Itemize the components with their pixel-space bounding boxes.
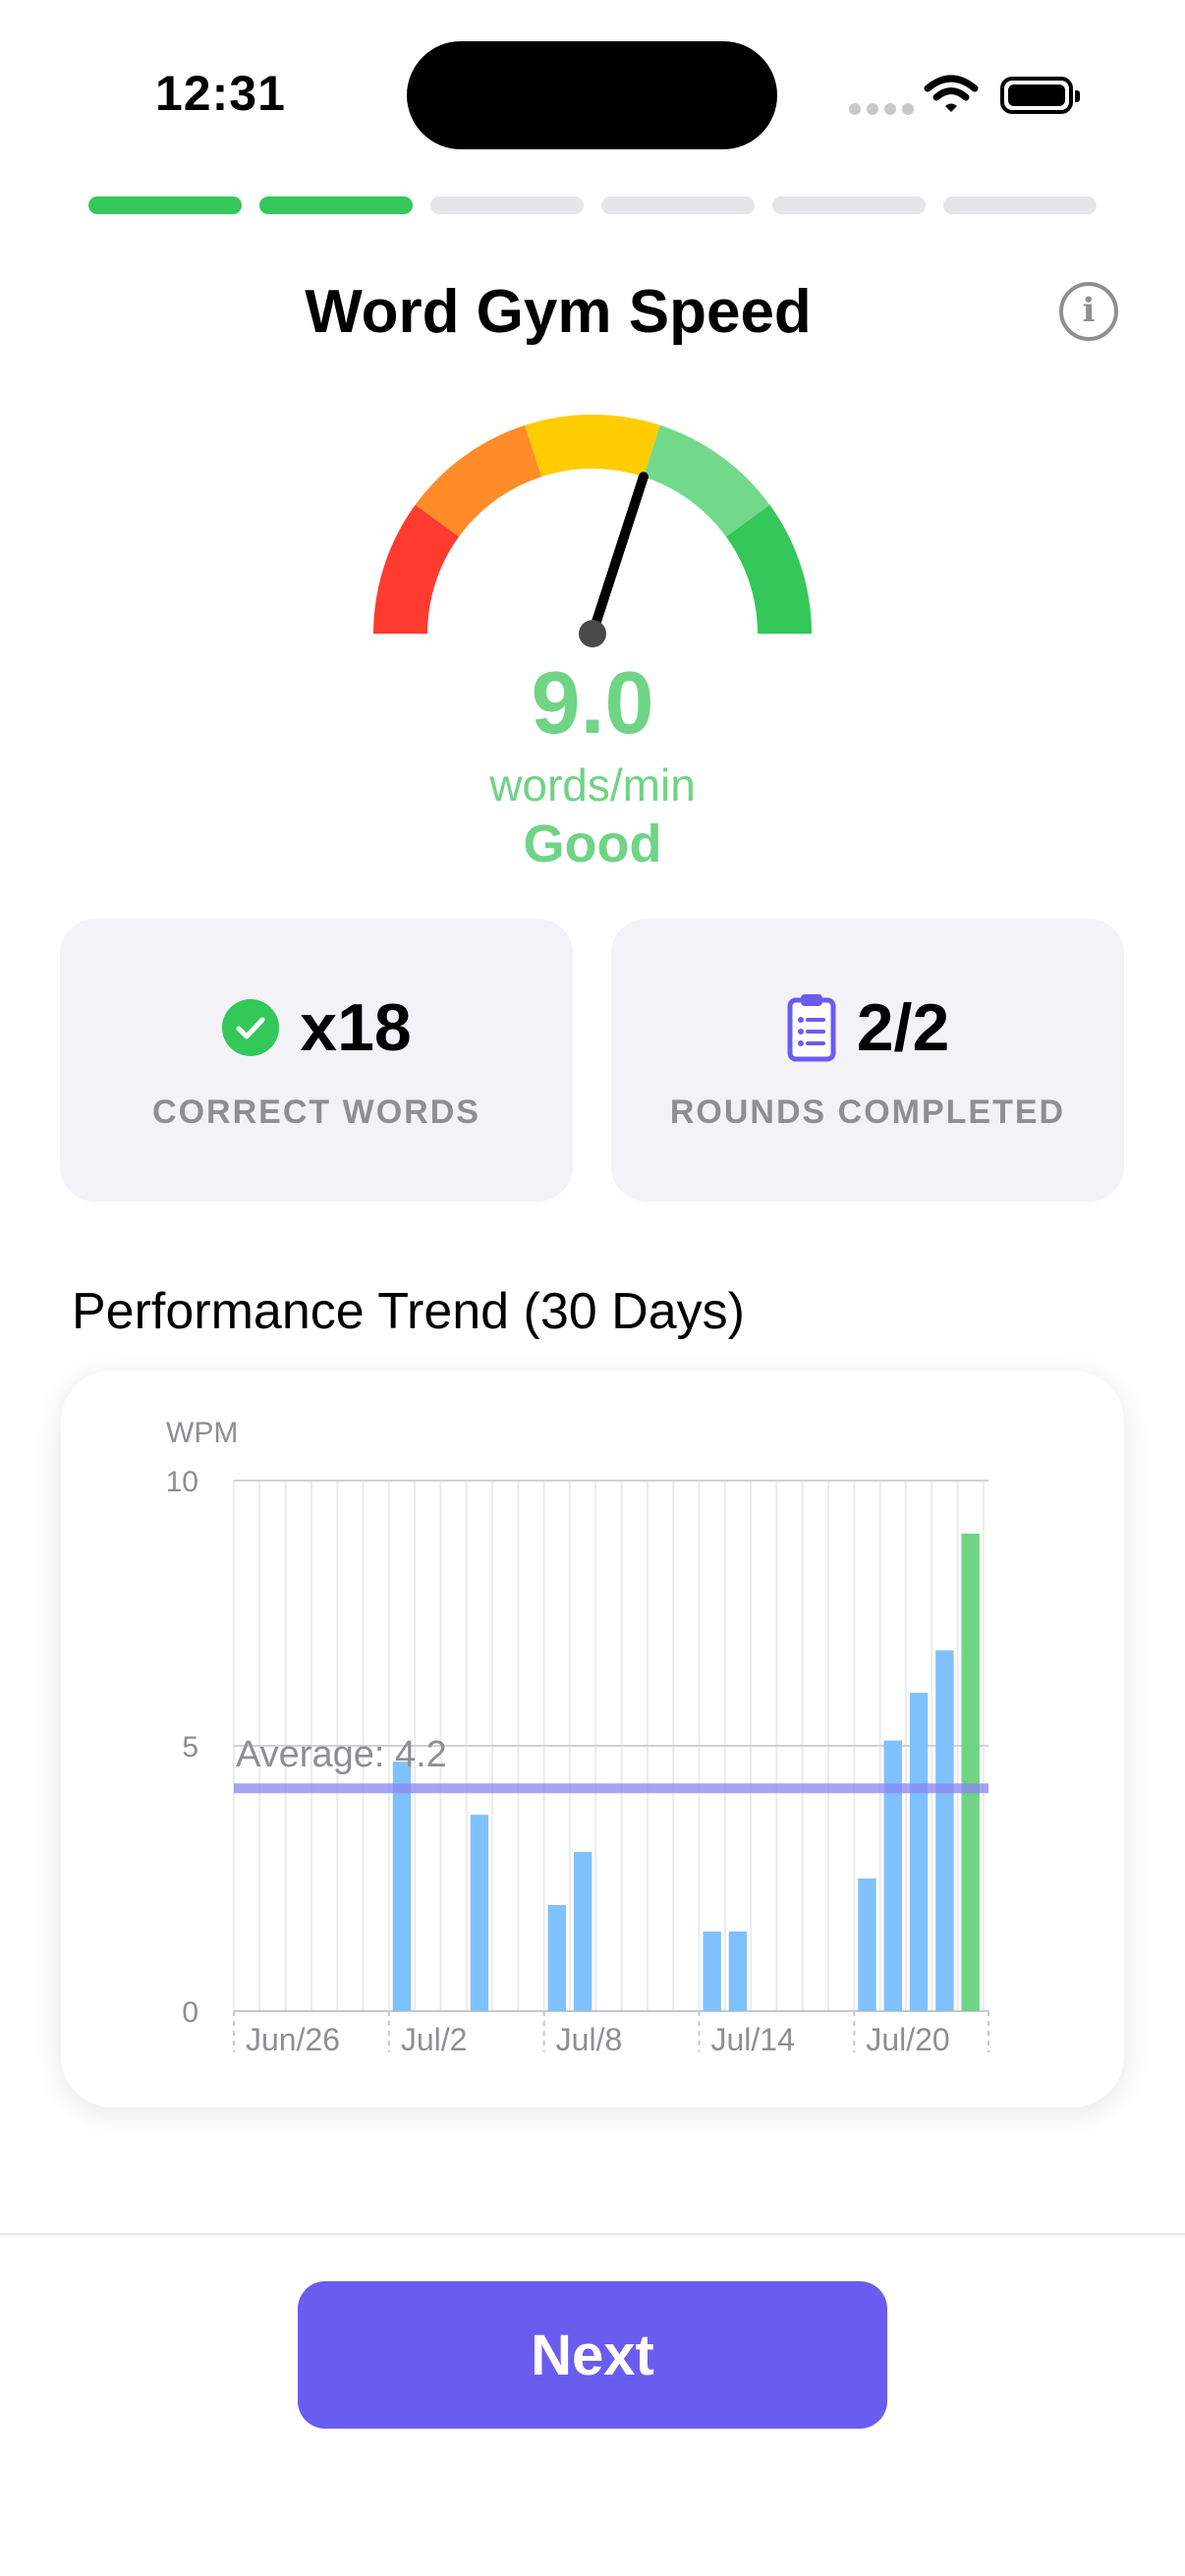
chart-bar (961, 1534, 980, 2011)
speed-gauge (373, 415, 812, 647)
rounds-completed-value: 2/2 (856, 990, 950, 1065)
progress-segment (943, 196, 1097, 214)
speed-unit: words/min (489, 759, 696, 811)
progress-segment (772, 196, 926, 214)
chart-bar (728, 1932, 748, 2011)
correct-words-card: x18 CORRECT WORDS (60, 919, 573, 1202)
performance-trend-chart-card: WPM 0 5 10 Average: 4.2 Jun/26 Jul/2 Jul/8 Ju… (61, 1371, 1124, 2107)
progress-segment (259, 196, 413, 214)
x-tick-label: Jul/14 (710, 2022, 794, 2057)
status-time: 12:31 (155, 66, 286, 121)
step-progress-bar (88, 196, 1097, 214)
y-axis-label: WPM (166, 1417, 238, 1449)
chart-bar (858, 1878, 876, 2011)
cellular-signal-icon (849, 103, 914, 115)
x-tick-label: Jul/20 (866, 2022, 949, 2057)
chart-bar (935, 1650, 954, 2011)
speed-rating: Good (523, 814, 662, 873)
x-tick-label: Jul/8 (556, 2022, 623, 2057)
chart-bar (703, 1932, 721, 2011)
chart-bar (470, 1815, 489, 2011)
footer-divider (0, 2233, 1185, 2235)
y-tick-label: 5 (182, 1731, 198, 1764)
checkmark-circle-icon (222, 999, 280, 1056)
chart-bar (573, 1852, 592, 2011)
rounds-completed-card: 2/2 ROUNDS COMPLETED (611, 919, 1124, 1202)
performance-trend-chart: WPM 0 5 10 Average: 4.2 Jun/26 Jul/2 Jul/8 Ju… (166, 1417, 989, 2057)
chart-bar (883, 1740, 902, 2011)
correct-words-label: CORRECT WORDS (152, 1093, 480, 1131)
progress-segment (601, 196, 755, 214)
gauge-pivot (579, 620, 606, 647)
info-icon[interactable]: i (1059, 282, 1118, 341)
chart-bar (392, 1762, 412, 2011)
clipboard-list-icon (787, 994, 836, 1062)
average-label: Average: 4.2 (236, 1734, 447, 1775)
chart-bar (909, 1693, 929, 2011)
x-tick-label: Jul/2 (401, 2022, 468, 2057)
x-tick-label: Jun/26 (246, 2022, 340, 2057)
dynamic-island (407, 41, 777, 149)
page-title: Word Gym Speed (305, 278, 812, 346)
correct-words-value: x18 (300, 990, 412, 1065)
performance-trend-title: Performance Trend (30 Days) (72, 1283, 745, 1340)
y-tick-label: 0 (182, 1996, 198, 2029)
y-tick-label: 10 (166, 1466, 198, 1498)
speed-value: 9.0 (531, 654, 654, 753)
gauge-segment (525, 415, 660, 477)
next-button[interactable]: Next (298, 2281, 887, 2429)
chart-bar (547, 1905, 567, 2011)
battery-icon (1000, 77, 1080, 114)
rounds-completed-label: ROUNDS COMPLETED (669, 1093, 1066, 1131)
progress-segment (430, 196, 584, 214)
gauge-needle (588, 472, 649, 639)
wifi-icon (924, 75, 979, 112)
progress-segment (88, 196, 242, 214)
